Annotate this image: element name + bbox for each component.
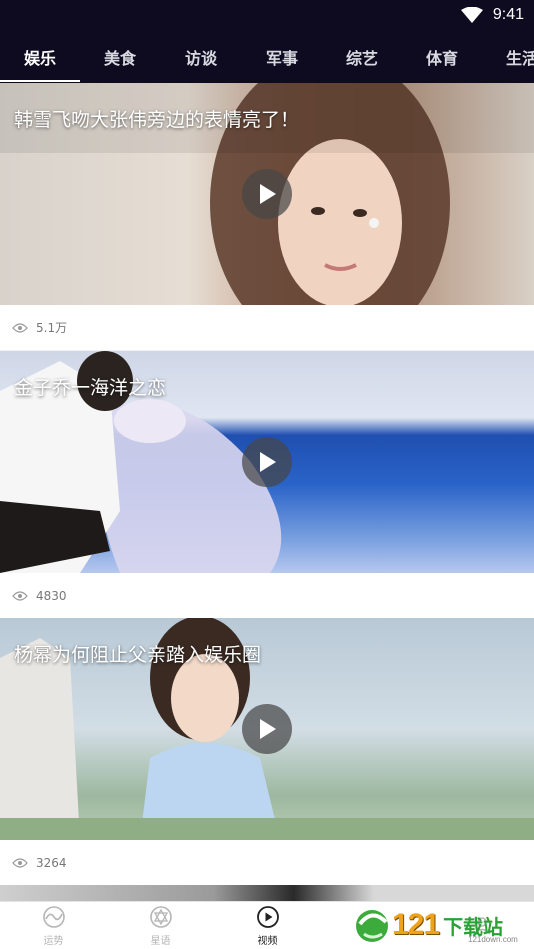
video-thumbnail[interactable]: 金子乔一海洋之恋 — [0, 351, 534, 573]
nav-video[interactable]: 视频 — [214, 902, 321, 949]
video-card[interactable]: 韩雪飞吻大张伟旁边的表情亮了！ 5.1万 — [0, 83, 534, 350]
eye-icon — [12, 590, 28, 601]
category-tab-bar: 娱乐 美食 访谈 军事 综艺 体育 生活 — [0, 30, 534, 83]
tab-label: 娱乐 — [23, 48, 56, 68]
status-time: 9:41 — [492, 6, 524, 23]
tab-label: 访谈 — [184, 48, 217, 68]
video-thumbnail[interactable]: 韩雪飞吻大张伟旁边的表情亮了！ — [0, 83, 534, 305]
fortune-icon — [42, 906, 65, 928]
tab-label: 美食 — [103, 48, 136, 68]
nav-fortune[interactable]: 运势 — [0, 902, 107, 949]
video-card[interactable]: 金子乔一海洋之恋 4830 — [0, 351, 534, 618]
play-circle-icon — [256, 906, 279, 928]
tab-entertainment[interactable]: 娱乐 — [0, 30, 80, 83]
video-thumbnail[interactable] — [0, 885, 534, 901]
video-title: 韩雪飞吻大张伟旁边的表情亮了！ — [14, 109, 300, 131]
view-count: 4830 — [36, 588, 67, 603]
video-meta: 3264 — [0, 840, 534, 885]
watermark-logo-icon — [356, 910, 388, 942]
play-icon — [260, 719, 276, 739]
play-icon — [260, 452, 276, 472]
video-feed[interactable]: 韩雪飞吻大张伟旁边的表情亮了！ 5.1万 金子乔一海洋之恋 4830 杨幂为何阻… — [0, 83, 534, 901]
watermark-sub: 121down.com — [468, 935, 518, 944]
video-card[interactable]: 杨幂为何阻止父亲踏入娱乐圈 3264 — [0, 618, 534, 885]
video-title: 杨幂为何阻止父亲踏入娱乐圈 — [14, 644, 262, 666]
tab-label: 生活 — [506, 48, 534, 68]
tab-label: 军事 — [265, 48, 298, 68]
play-button[interactable] — [242, 704, 292, 754]
tab-military[interactable]: 军事 — [242, 30, 322, 83]
star-icon — [149, 906, 172, 928]
play-icon — [260, 184, 276, 204]
tab-label: 综艺 — [345, 48, 378, 68]
watermark-logo: 121 — [392, 908, 440, 941]
status-bar: 9:41 — [0, 0, 534, 30]
video-meta: 5.1万 — [0, 305, 534, 350]
watermark: 121 下载站 121down.com — [352, 902, 534, 948]
nav-label: 视频 — [257, 936, 278, 947]
tab-label: 体育 — [425, 48, 458, 68]
tab-life[interactable]: 生活 — [506, 30, 534, 83]
video-card[interactable] — [0, 885, 534, 901]
video-meta: 4830 — [0, 573, 534, 618]
active-tab-indicator — [0, 80, 80, 82]
view-count: 3264 — [36, 855, 67, 870]
play-button[interactable] — [242, 169, 292, 219]
play-button[interactable] — [242, 437, 292, 487]
eye-icon — [12, 857, 28, 868]
nav-star[interactable]: 星语 — [107, 902, 214, 949]
nav-label: 星语 — [150, 936, 171, 947]
tab-interview[interactable]: 访谈 — [160, 30, 242, 83]
video-title: 金子乔一海洋之恋 — [14, 377, 167, 399]
tab-sports[interactable]: 体育 — [402, 30, 482, 83]
eye-icon — [12, 322, 28, 333]
nav-label: 运势 — [43, 936, 64, 947]
view-count: 5.1万 — [36, 321, 68, 335]
video-thumbnail[interactable]: 杨幂为何阻止父亲踏入娱乐圈 — [0, 618, 534, 840]
wifi-icon — [460, 7, 483, 23]
tab-variety[interactable]: 综艺 — [322, 30, 402, 83]
tab-food[interactable]: 美食 — [80, 30, 160, 83]
